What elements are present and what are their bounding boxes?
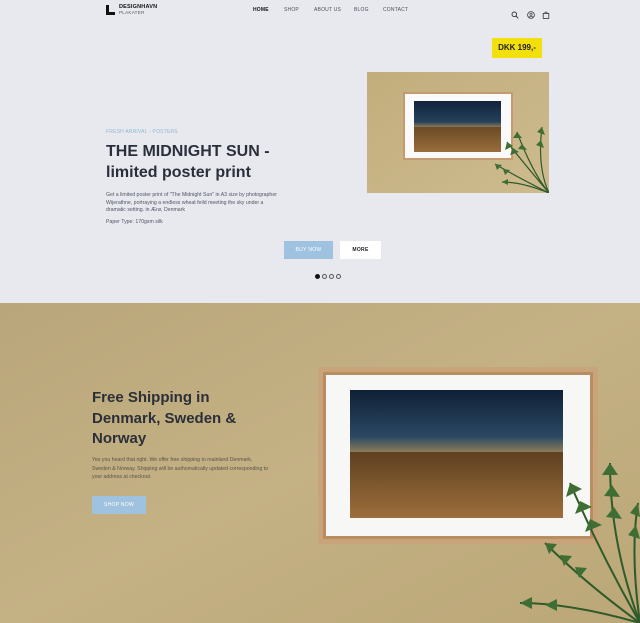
cart-icon[interactable] [542,6,550,19]
shipping-description: Yes you heard that right. We offer free … [92,457,269,480]
nav-home[interactable]: HOME [253,7,269,13]
user-icon[interactable] [527,6,535,19]
price-badge: DKK 199,- [492,38,542,58]
nav-shop[interactable]: SHOP [284,7,299,13]
logo-mark [106,5,115,15]
nav-contact[interactable]: CONTACT [383,7,408,13]
slide-dot-2[interactable] [322,274,327,279]
slide-dot-4[interactable] [336,274,341,279]
shipping-title: Free Shipping in Denmark, Sweden & Norwa… [92,389,237,447]
hero-poster-image [367,72,549,193]
hero-kicker: FRESH ARRIVAL - POSTERS [106,129,178,135]
hero-description: Get a limited poster print of "The Midni… [106,192,277,213]
search-icon[interactable] [511,6,519,19]
logo-subtitle: PLAKATER [119,10,145,15]
slide-dot-3[interactable] [329,274,334,279]
shop-now-button[interactable]: SHOP NOW [92,496,146,514]
slide-dot-1[interactable] [315,274,320,279]
hero-title: THE MIDNIGHT SUN - limited poster print [106,143,270,181]
shipping-section: Free Shipping in Denmark, Sweden & Norwa… [0,303,640,623]
logo[interactable]: DESIGNHAVN PLAKATER [106,4,166,17]
nav-about-us[interactable]: ABOUT US [314,7,341,13]
buy-now-button[interactable]: BUY NOW [284,241,333,259]
top-nav: DESIGNHAVN PLAKATER HOME SHOP ABOUT US B… [0,0,640,22]
nav-blog[interactable]: BLOG [354,7,369,13]
hero-paper-type: Paper Type: 170gsm silk [106,219,163,225]
more-button[interactable]: MORE [340,241,381,259]
